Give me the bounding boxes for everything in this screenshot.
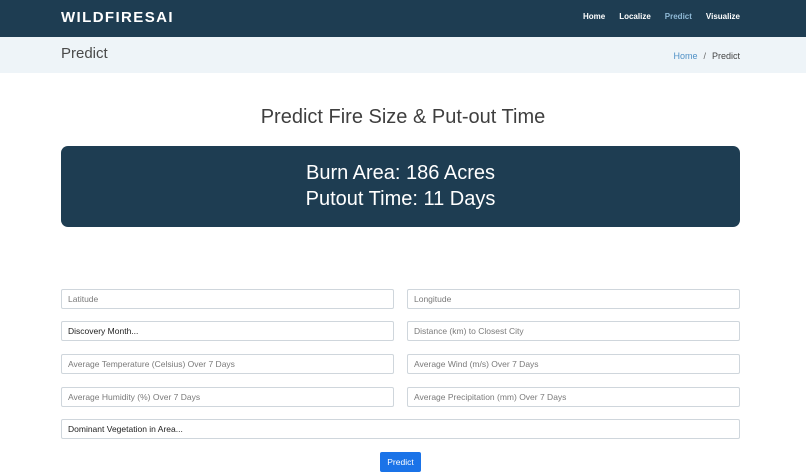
prediction-result-panel: Burn Area: 186 Acres Putout Time: 11 Day…: [61, 146, 740, 227]
breadcrumb-separator: /: [703, 51, 706, 61]
predict-button[interactable]: Predict: [380, 452, 421, 472]
nav-item-localize[interactable]: Localize: [619, 12, 651, 21]
breadcrumb: Home / Predict: [673, 51, 740, 61]
latitude-input[interactable]: [61, 289, 394, 309]
brand-logo[interactable]: WILDFIRESAI: [61, 9, 174, 26]
burn-area-result: Burn Area: 186 Acres: [305, 162, 495, 184]
page-header-bar: Predict Home / Predict: [0, 37, 806, 73]
nav-item-visualize[interactable]: Visualize: [706, 12, 740, 21]
breadcrumb-current: Predict: [711, 51, 740, 61]
section-heading: Predict Fire Size & Put-out Time: [260, 106, 546, 128]
avg-temperature-input[interactable]: [61, 354, 394, 374]
avg-humidity-input[interactable]: [61, 387, 394, 407]
nav-menu: Home Localize Predict Visualize: [569, 12, 740, 21]
distance-to-city-input[interactable]: [407, 321, 740, 341]
discovery-month-select[interactable]: Discovery Month...: [61, 321, 394, 341]
page-title: Predict: [61, 45, 108, 62]
nav-item-home[interactable]: Home: [583, 12, 605, 21]
longitude-input[interactable]: [407, 289, 740, 309]
nav-item-predict[interactable]: Predict: [665, 12, 692, 21]
putout-time-result: Putout Time: 11 Days: [305, 188, 496, 210]
top-navbar: WILDFIRESAI Home Localize Predict Visual…: [0, 0, 806, 37]
avg-precipitation-input[interactable]: [407, 387, 740, 407]
breadcrumb-home-link[interactable]: Home: [673, 51, 697, 61]
avg-wind-input[interactable]: [407, 354, 740, 374]
vegetation-select[interactable]: Dominant Vegetation in Area...: [61, 419, 740, 439]
